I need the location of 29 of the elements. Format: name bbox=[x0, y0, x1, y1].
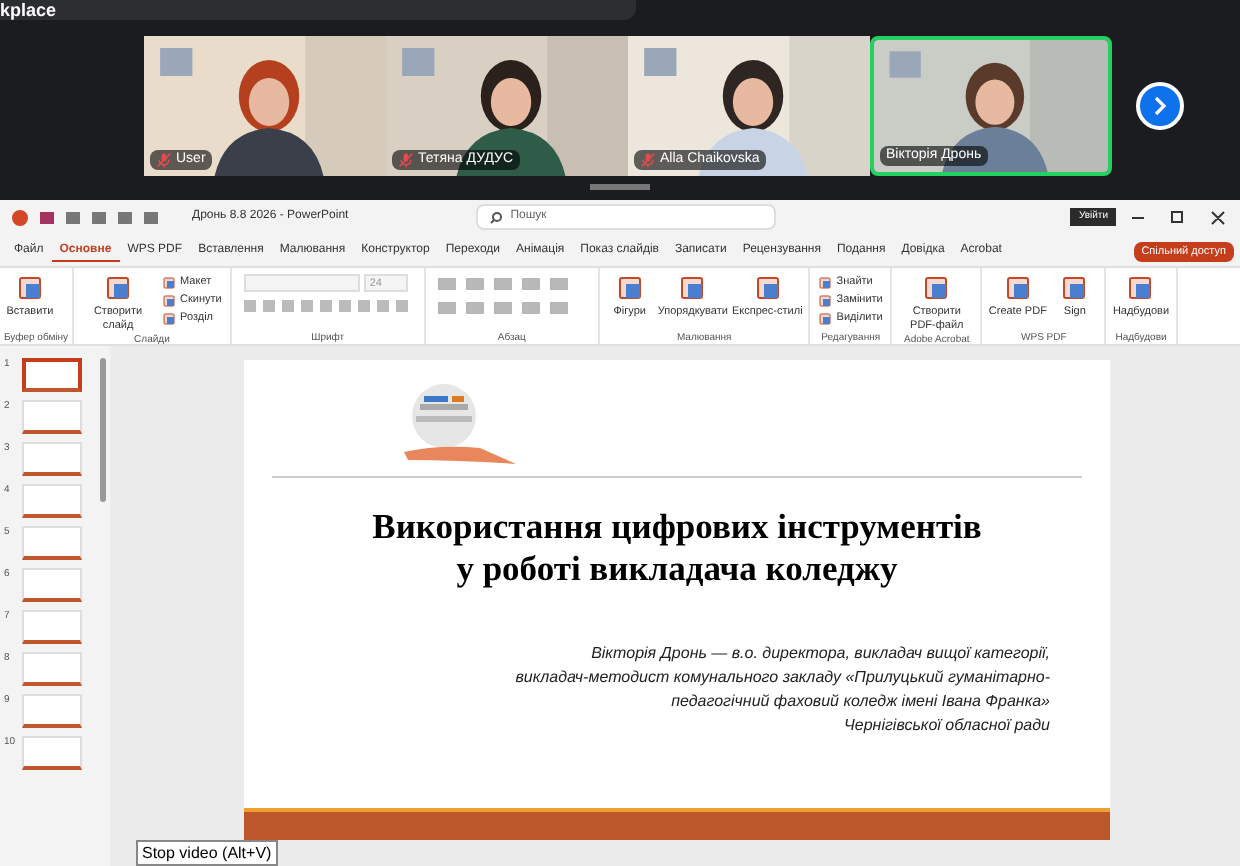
window-controls-icon[interactable] bbox=[1128, 209, 1228, 225]
muted-mic-icon bbox=[398, 152, 414, 168]
author-text: Чернігівської обласної ради bbox=[844, 714, 1050, 738]
ribbon-icon bbox=[1126, 274, 1155, 302]
ribbon-icon bbox=[678, 274, 707, 302]
author-text: Вікторія Дронь — в.о. директора, викладач вищої категорії, bbox=[591, 642, 1050, 666]
author-text: викладач-методист комунального закладу «Прилуцький гуманітарно- bbox=[515, 666, 1050, 690]
ribbon-icon bbox=[1003, 274, 1032, 302]
slide-thumbnail[interactable] bbox=[22, 358, 82, 392]
author-text: педагогічний фаховий коледж імені Івана Франка» bbox=[671, 690, 1050, 714]
ribbon-icon bbox=[16, 274, 44, 302]
scrollbar[interactable] bbox=[100, 358, 106, 502]
next-arrow-button[interactable] bbox=[1136, 82, 1184, 130]
search-icon bbox=[490, 211, 503, 223]
chevron-right-icon bbox=[1152, 96, 1168, 116]
ribbon-icon bbox=[1060, 274, 1089, 302]
ribbon-icon bbox=[104, 274, 133, 302]
slide-title: Використання цифрових інструментів bbox=[372, 506, 982, 548]
meeting-title: kplace bbox=[0, 2, 57, 20]
drag-handle[interactable] bbox=[590, 184, 650, 190]
slide-title: у роботі викладача коледжу bbox=[456, 548, 898, 590]
muted-mic-icon bbox=[640, 152, 656, 168]
tooltip: Stop video (Alt+V) bbox=[136, 840, 278, 866]
font-name-field[interactable] bbox=[243, 274, 360, 292]
app-logo-icon bbox=[12, 209, 28, 225]
muted-mic-icon bbox=[156, 152, 172, 168]
ribbon-icon bbox=[615, 274, 644, 302]
ribbon-icon bbox=[922, 274, 951, 302]
ribbon-icon bbox=[753, 274, 782, 302]
